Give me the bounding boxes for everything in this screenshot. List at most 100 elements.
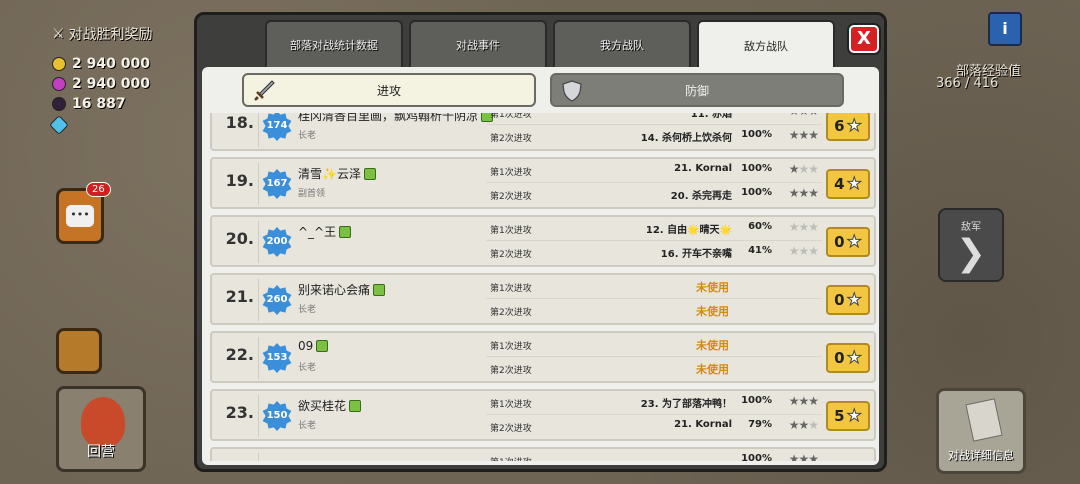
attack-line: 第1次进攻 23. 为了部落冲鸭！ 100% ★★★ [486, 391, 822, 415]
league-icon [349, 399, 362, 412]
member-role: 长老 [298, 421, 317, 431]
tab-my-team[interactable]: 我方战队 [553, 20, 691, 68]
divider [258, 221, 259, 263]
attack-number-label: 第1次进攻 [490, 168, 532, 178]
elixir-icon [52, 77, 66, 91]
attack-target: 20. 杀完再走 [670, 191, 732, 202]
star-icon: ★ [798, 452, 809, 461]
member-list: 18.174桂冈清香百里画，飘鸡翰析千阴凉长老第1次进攻11. 赤焰100%★★… [210, 113, 876, 461]
member-row[interactable]: 20. 200 ^_^王 第1次进攻 12. 自由🌟晴天🌟 60% ★★★ 第2次进攻 16. … [210, 215, 876, 267]
total-stars-badge: 5 ★ [826, 401, 870, 431]
star-icon: ★ [788, 220, 800, 234]
attack-target: 16. 开车不亲嘴 [660, 249, 732, 260]
attack-number-label: 第2次进攻 [490, 192, 532, 202]
star-icon: ★ [788, 418, 800, 432]
army-button[interactable] [56, 328, 102, 374]
info-button[interactable]: i [988, 12, 1022, 46]
attack-target: 11. 赤焰 [690, 113, 732, 120]
tab-enemy-team[interactable]: 敌方战队 [697, 20, 835, 70]
attack-number-label: 第1次进攻 [490, 342, 532, 352]
war-details-button[interactable]: 对战详细信息 [936, 388, 1026, 474]
tab-war-events[interactable]: 对战事件 [409, 20, 547, 68]
town-hall-level-badge: 260 [262, 285, 292, 315]
attack-target: 21. Kornal [674, 163, 732, 174]
star-icon: ★ [788, 394, 800, 408]
attacks-area: 第1次进攻 未使用第2次进攻 未使用 [486, 275, 822, 323]
star-icon: ★ [788, 186, 800, 200]
star-icon: ★ [808, 128, 819, 142]
member-row[interactable]: 23. 150 欲买桂花 长老 第1次进攻 23. 为了部落冲鸭！ 100% ★★★ 第2次进攻… [210, 389, 876, 441]
attack-number-label: 第1次进攻 [490, 400, 532, 410]
star-icon: ★ [788, 452, 800, 461]
chat-badge: 26 [86, 182, 111, 197]
member-role: 长老 [298, 363, 317, 373]
league-icon [373, 283, 386, 296]
home-button[interactable]: 回营 [56, 386, 146, 472]
league-icon [316, 340, 329, 352]
star-icon: ★ [846, 290, 862, 311]
town-hall-level-badge: 153 [262, 343, 292, 373]
star-icon: ★ [798, 162, 809, 176]
defense-tab[interactable]: 防御 [550, 73, 844, 107]
star-icon: ★ [798, 128, 809, 142]
attack-destruction-percent: 100% [741, 187, 772, 198]
member-rank: 22. [225, 345, 254, 364]
total-stars-badge: 4 ★ [826, 169, 870, 199]
close-button[interactable]: X [849, 25, 879, 53]
attack-destruction-percent: 41% [748, 245, 772, 256]
attacks-area: 第1次进攻11. 赤焰100%★★★第2次进攻14. 杀何桥上饮杀何100%★★… [486, 113, 822, 149]
total-stars-badge: 0 ★ [826, 227, 870, 257]
attack-number-label: 第1次进攻 [490, 455, 532, 461]
attack-tab[interactable]: 进攻 [242, 73, 536, 107]
dark-elixir-resource: 16 887 [52, 96, 126, 112]
member-role: 长老 [298, 131, 317, 141]
star-icon: ★ [808, 418, 819, 432]
star-icon: ★ [798, 113, 809, 118]
total-stars-badge: 0 ★ [826, 285, 870, 315]
attack-stars: ★★★ [788, 244, 819, 258]
total-stars-badge: 6 ★ [826, 113, 870, 141]
attack-line: 第1次进攻 未使用 [486, 333, 822, 357]
attack-number-label: 第2次进攻 [490, 134, 532, 144]
attack-destruction-percent: 79% [748, 419, 772, 430]
attack-line: 第1次进攻 21. Kornal 100% ★★★ [486, 159, 822, 183]
attack-destruction-percent: 100% [741, 163, 772, 174]
member-row[interactable]: 第1次进攻100%★★★ [210, 447, 876, 461]
unused-label: 未使用 [696, 305, 729, 318]
member-row[interactable]: 19. 167 清雪✨云泽 副首领 第1次进攻 21. Kornal 100% ★★★ 第2次进… [210, 157, 876, 209]
divider [258, 113, 259, 147]
attack-number-label: 第2次进攻 [490, 308, 532, 318]
archer-queen-icon [81, 397, 125, 447]
member-row[interactable]: 18.174桂冈清香百里画，飘鸡翰析千阴凉长老第1次进攻11. 赤焰100%★★… [210, 113, 876, 151]
attack-number-label: 第1次进攻 [490, 113, 532, 120]
star-icon: ★ [846, 406, 862, 427]
star-icon: ★ [788, 244, 800, 258]
tab-war-stats[interactable]: 部落对战统计数据 [265, 20, 403, 68]
attack-destruction-percent: 100% [741, 453, 772, 461]
member-name: ^_^王 [298, 223, 352, 240]
attacks-area: 第1次进攻100%★★★ [486, 449, 822, 461]
panel-content: 进攻 防御 18. 174 桂冈清香百里画，飘鸡翰析千阴凉 长老 第1次进攻 11. 赤焰… [202, 67, 879, 465]
attack-line: 第1次进攻 未使用 [486, 275, 822, 299]
divider [258, 279, 259, 321]
divider [258, 453, 259, 461]
shield-icon [562, 80, 582, 102]
attack-number-label: 第1次进攻 [490, 226, 532, 236]
divider [258, 163, 259, 205]
attack-target: 23. 为了部落冲鸭！ [640, 399, 732, 410]
member-row[interactable]: 22. 153 09 长老 第1次进攻 未使用 第2次进攻 未使用 0 ★ [210, 331, 876, 383]
attack-line: 第2次进攻 16. 开车不亲嘴 41% ★★★ [486, 241, 822, 265]
member-role: 副首领 [298, 189, 326, 199]
enemy-village-button[interactable]: 敌军 ❯ [938, 208, 1004, 282]
attack-stars: ★★★ [788, 186, 819, 200]
war-panel: 部落对战统计数据 对战事件 我方战队 敌方战队 X 进攻 防御 18. 174 桂冈… [194, 12, 887, 472]
town-hall-level-badge: 167 [262, 169, 292, 199]
town-hall-level-badge: 174 [262, 113, 292, 141]
attack-number-label: 第2次进攻 [490, 366, 532, 376]
gold-icon [52, 57, 66, 71]
member-row[interactable]: 21. 260 别来诺心会痛 长老 第1次进攻 未使用 第2次进攻 未使用 0 ★ [210, 273, 876, 325]
attack-line: 第2次进攻 20. 杀完再走 100% ★★★ [486, 183, 822, 207]
star-icon: ★ [798, 186, 809, 200]
star-icon: ★ [808, 452, 819, 461]
attack-line: 第2次进攻 未使用 [486, 299, 822, 323]
